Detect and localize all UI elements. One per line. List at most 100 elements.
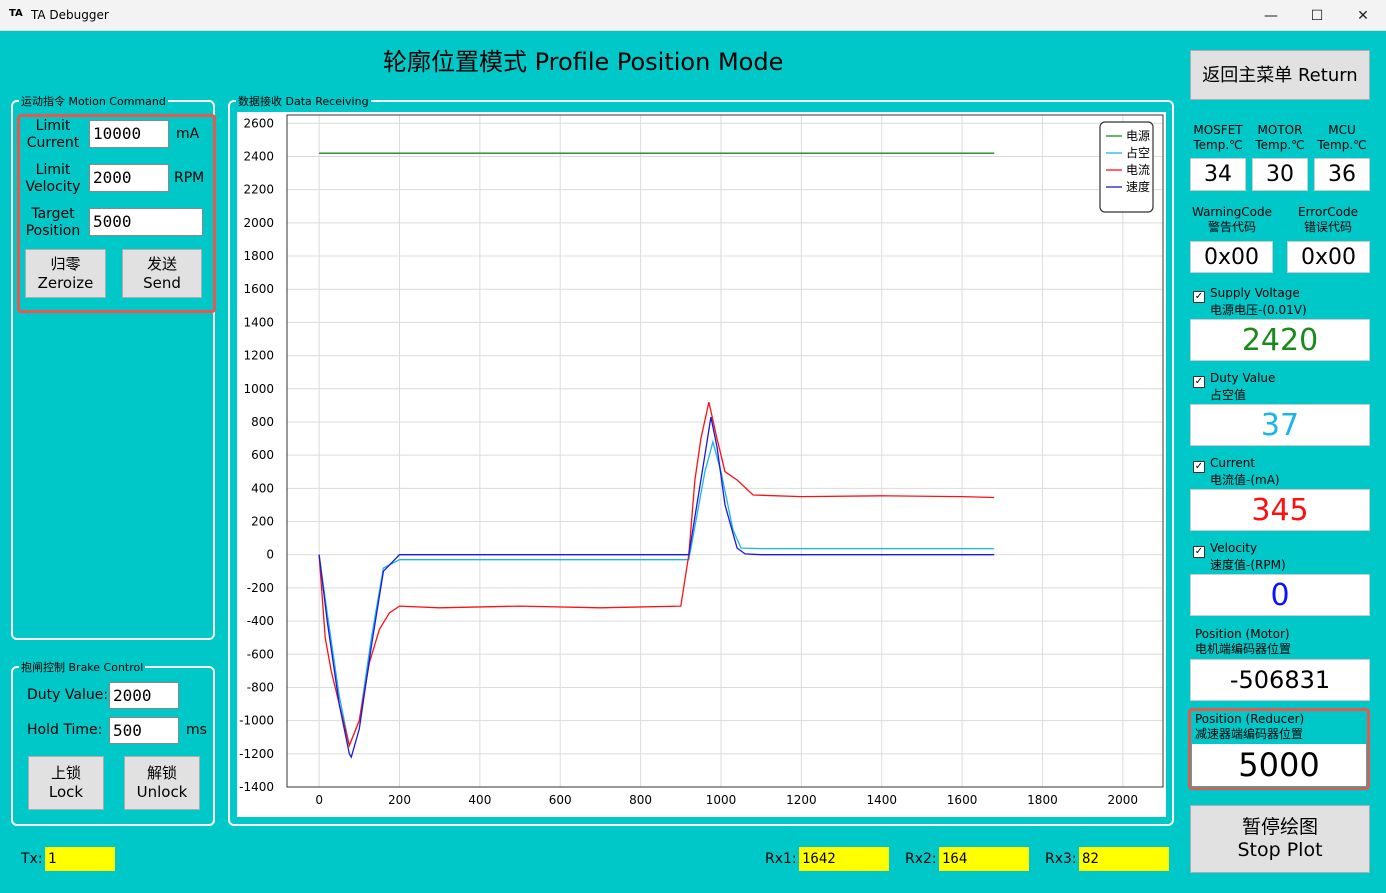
- target-position-input[interactable]: 5000: [89, 208, 203, 236]
- rx3-value: 82: [1079, 847, 1169, 871]
- check-icon: ✓: [1193, 546, 1205, 558]
- y-tick-label: -800: [247, 680, 274, 694]
- y-tick-label: -1400: [239, 780, 274, 794]
- warning-code-label: WarningCode 警告代码: [1191, 205, 1273, 234]
- y-tick-label: -400: [247, 614, 274, 628]
- position-reducer-label: Position (Reducer) 减速器端编码器位置: [1195, 712, 1305, 741]
- velocity-checkbox[interactable]: ✓ Velocity 速度值-(RPM): [1193, 541, 1286, 573]
- check-icon: ✓: [1193, 376, 1205, 388]
- y-tick-label: -600: [247, 647, 274, 661]
- stop-plot-button[interactable]: 暂停绘图 Stop Plot: [1190, 805, 1370, 873]
- check-icon: ✓: [1193, 461, 1205, 473]
- legend-label: 占空: [1126, 145, 1150, 160]
- limit-velocity-input[interactable]: 2000: [89, 164, 169, 192]
- x-tick-label: 200: [388, 793, 411, 807]
- rx2-label: Rx2:: [905, 851, 937, 867]
- warning-code-value: 0x00: [1190, 241, 1273, 273]
- target-position-label: Target Position: [25, 206, 81, 239]
- hold-time-label: Hold Time:: [27, 722, 103, 738]
- y-tick-label: 1400: [243, 315, 274, 329]
- mcu-temp-label: MCU Temp.℃: [1317, 123, 1367, 152]
- maximize-button[interactable]: ☐: [1294, 0, 1340, 31]
- error-code-label: ErrorCode 错误代码: [1298, 205, 1358, 234]
- series-line-电流: [318, 401, 995, 748]
- series-line-占空: [318, 439, 995, 748]
- y-tick-label: 0: [266, 548, 274, 562]
- unlock-button[interactable]: 解锁 Unlock: [124, 756, 200, 810]
- position-motor-value: -506831: [1190, 659, 1370, 701]
- legend-label: 电源: [1126, 129, 1150, 143]
- limit-current-label: Limit Current: [26, 118, 80, 151]
- rx1-value: 1642: [799, 847, 889, 871]
- tx-label: Tx:: [21, 851, 43, 867]
- x-tick-label: 800: [629, 793, 652, 807]
- limit-velocity-label: Limit Velocity: [25, 162, 81, 195]
- window-title: TA Debugger: [31, 8, 109, 22]
- y-tick-label: 2200: [243, 183, 274, 197]
- motor-temp-value: 30: [1252, 158, 1308, 191]
- limit-velocity-unit: RPM: [174, 170, 205, 186]
- x-tick-label: 1600: [947, 793, 978, 807]
- x-tick-label: 400: [468, 793, 491, 807]
- current-checkbox[interactable]: ✓ Current 电流值-(mA): [1193, 456, 1280, 488]
- y-tick-label: 1600: [243, 282, 274, 296]
- x-tick-label: 1400: [866, 793, 897, 807]
- data-receiving-group-label: 数据接收 Data Receiving: [236, 93, 371, 109]
- tx-value: 1: [45, 847, 115, 871]
- line-chart: 0 200 400 600 800 1000 1200 1400 1600 1800 2000 260…: [239, 114, 1164, 807]
- minimize-button[interactable]: —: [1248, 0, 1294, 31]
- x-tick-label: 1000: [706, 793, 737, 807]
- motor-temp-label: MOTOR Temp.℃: [1255, 123, 1305, 152]
- title-bar: TA TA Debugger — ☐ ✕: [0, 0, 1386, 31]
- mosfet-temp-value: 34: [1190, 158, 1246, 191]
- page-title: 轮廓位置模式 Profile Position Mode: [383, 48, 784, 76]
- position-reducer-value: 5000: [1192, 744, 1366, 786]
- y-tick-label: 1000: [243, 382, 274, 396]
- x-tick-label: 1800: [1027, 793, 1058, 807]
- rx2-value: 164: [939, 847, 1029, 871]
- brake-control-group-label: 抱闸控制 Brake Control: [19, 659, 146, 675]
- y-tick-label: 2600: [243, 116, 274, 130]
- velocity-value: 0: [1190, 574, 1370, 616]
- limit-current-unit: mA: [176, 126, 200, 142]
- plot-area: 0 200 400 600 800 1000 1200 1400 1600 1800 2000 260…: [237, 112, 1166, 817]
- duty-value-input[interactable]: 2000: [109, 682, 179, 709]
- supply-voltage-checkbox[interactable]: ✓ Supply Voltage 电源电压-(0.01V): [1193, 286, 1307, 318]
- legend-label: 电流: [1126, 163, 1150, 177]
- hold-time-unit: ms: [186, 722, 207, 738]
- series-line-速度: [318, 416, 995, 759]
- hold-time-input[interactable]: 500: [109, 717, 179, 744]
- current-value: 345: [1190, 489, 1370, 531]
- duty-value-checkbox[interactable]: ✓ Duty Value 占空值: [1193, 371, 1275, 403]
- y-tick-label: 2000: [243, 216, 274, 230]
- x-tick-label: 1200: [786, 793, 817, 807]
- legend-label: 速度: [1126, 179, 1150, 194]
- y-tick-label: 600: [251, 448, 274, 462]
- duty-value-readout: 37: [1190, 404, 1370, 446]
- x-tick-label: 600: [549, 793, 572, 807]
- y-tick-label: 400: [251, 481, 274, 495]
- lock-button[interactable]: 上锁 Lock: [28, 756, 104, 810]
- close-button[interactable]: ✕: [1340, 0, 1386, 31]
- y-tick-label: -200: [247, 581, 274, 595]
- rx1-label: Rx1:: [765, 851, 797, 867]
- plot-frame: [286, 114, 1164, 788]
- error-code-value: 0x00: [1287, 241, 1370, 273]
- y-tick-label: 2400: [243, 149, 274, 163]
- y-tick-label: 1800: [243, 249, 274, 263]
- limit-current-input[interactable]: 10000: [89, 120, 169, 148]
- zeroize-button[interactable]: 归零 Zeroize: [25, 249, 106, 298]
- y-tick-label: 1200: [243, 349, 274, 363]
- send-button[interactable]: 发送 Send: [122, 249, 202, 298]
- motion-command-group-label: 运动指令 Motion Command: [19, 93, 168, 109]
- duty-value-label: Duty Value:: [27, 687, 109, 703]
- y-tick-label: 800: [251, 415, 274, 429]
- rx3-label: Rx3:: [1045, 851, 1077, 867]
- y-tick-label: -1000: [239, 714, 274, 728]
- app-logo-icon: TA: [9, 8, 23, 19]
- y-tick-label: -1200: [239, 747, 274, 761]
- return-button[interactable]: 返回主菜单 Return: [1190, 50, 1370, 100]
- supply-voltage-value: 2420: [1190, 319, 1370, 361]
- y-tick-label: 200: [251, 515, 274, 529]
- check-icon: ✓: [1193, 291, 1205, 303]
